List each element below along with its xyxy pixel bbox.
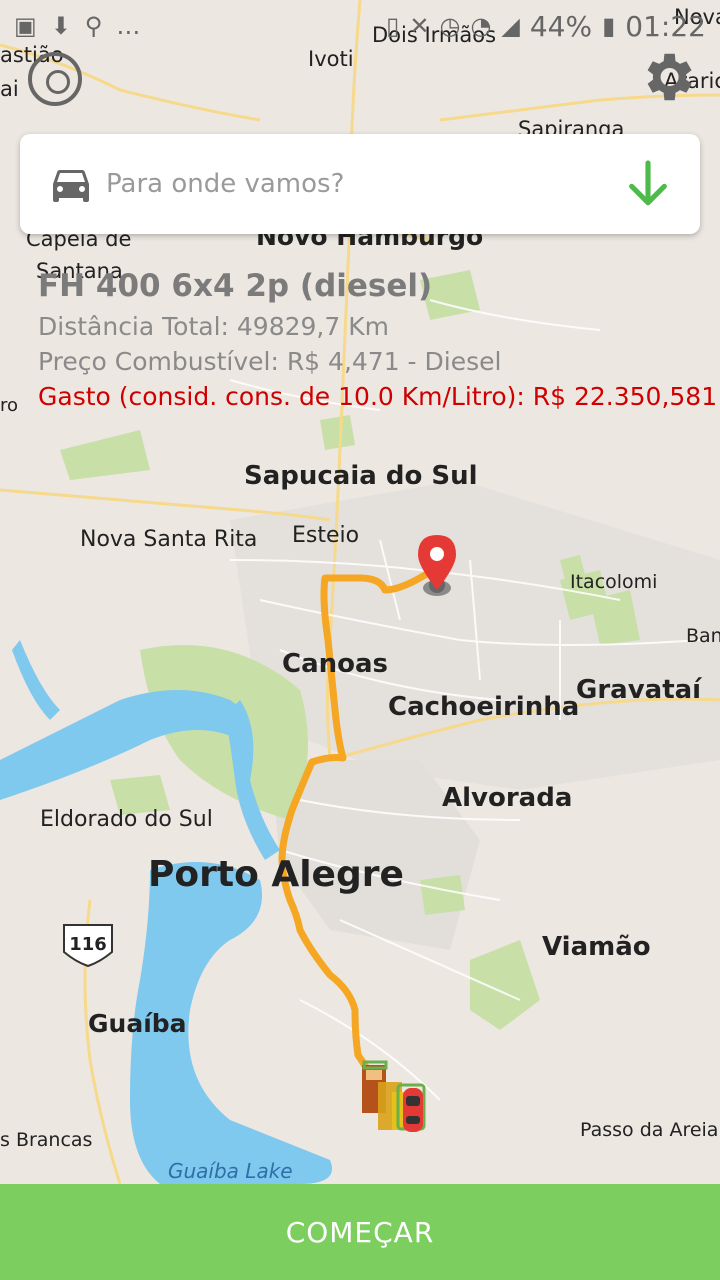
status-left: ▣ ⬇ ⚲ …: [14, 12, 140, 40]
start-button[interactable]: COMEÇAR: [0, 1184, 720, 1280]
gallery-icon: ▣: [14, 12, 37, 40]
label-eldorado: Eldorado do Sul: [40, 807, 213, 832]
label-itacolomi: Itacolomi: [570, 571, 657, 593]
label-guaiba-lake: Guaíba Lake: [168, 1159, 293, 1183]
fuel-price: Preço Combustível: R$ 4,471 - Diesel: [38, 347, 502, 376]
status-right: ▯ ✕ ◷ ◔ ◢ 44% ▮ 01:22: [386, 10, 706, 43]
label-brancas: s Brancas: [0, 1129, 92, 1151]
tire-icon[interactable]: [28, 52, 82, 106]
signal-icon: ◢: [501, 12, 520, 40]
clock: 01:22: [625, 9, 706, 43]
label-canoas: Canoas: [282, 649, 388, 679]
battery-percent: 44%: [529, 9, 593, 43]
label-passo-areia: Passo da Areia: [580, 1119, 718, 1141]
status-bar: ▣ ⬇ ⚲ … ▯ ✕ ◷ ◔ ◢ 44% ▮ 01:22: [0, 0, 720, 52]
car-icon: [53, 170, 89, 202]
label-sapucaia: Sapucaia do Sul: [244, 461, 478, 491]
total-distance: Distância Total: 49829,7 Km: [38, 312, 389, 341]
vehicle-name: FH 400 6x4 2p (diesel): [38, 268, 433, 304]
vehicle-location-icon: [403, 1088, 423, 1132]
label-ai: ai: [0, 77, 19, 101]
label-nova-santa-rita: Nova Santa Rita: [80, 527, 257, 552]
route-info: FH 400 6x4 2p (diesel) Distância Total: …: [38, 268, 717, 411]
search-bar: [20, 134, 700, 234]
arrow-down-icon[interactable]: [620, 156, 676, 212]
label-gravatai: Gravataí: [576, 675, 703, 705]
wifi-icon: ◔: [470, 12, 492, 40]
search-input[interactable]: [104, 168, 620, 200]
battery-icon: ▮: [602, 12, 616, 40]
label-alvorada: Alvorada: [442, 783, 572, 813]
destination-marker-icon[interactable]: [418, 535, 456, 596]
download-icon: ⬇: [50, 12, 71, 40]
label-cachoeirinha: Cachoeirinha: [388, 692, 579, 722]
label-guaiba: Guaíba: [88, 1009, 187, 1038]
usb-icon: ⚲: [84, 12, 103, 40]
more-icon: …: [116, 12, 141, 40]
label-ro: ro: [0, 395, 18, 416]
label-ban: Ban: [686, 625, 720, 647]
label-esteio: Esteio: [292, 523, 359, 548]
label-viamao: Viamão: [542, 932, 651, 962]
route-116-label: 116: [69, 934, 107, 955]
vibrate-icon: ▯: [386, 12, 400, 40]
alarm-icon: ◷: [439, 12, 461, 40]
label-porto-alegre: Porto Alegre: [148, 854, 404, 895]
fuel-cost: Gasto (consid. cons. de 10.0 Km/Litro): …: [38, 382, 718, 411]
mute-icon: ✕: [409, 12, 430, 40]
gear-icon[interactable]: [636, 46, 698, 108]
